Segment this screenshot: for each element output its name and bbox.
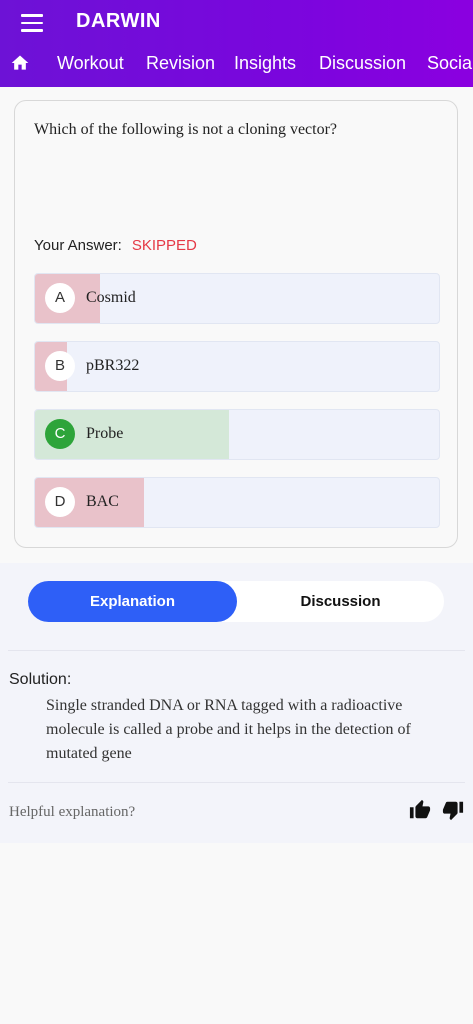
option-c[interactable]: C Probe <box>34 409 440 460</box>
nav-tab-discussion[interactable]: Discussion <box>319 53 406 74</box>
explanation-toggle: Explanation Discussion <box>28 581 444 622</box>
option-b[interactable]: B pBR322 <box>34 341 440 392</box>
divider <box>8 650 465 651</box>
tab-explanation[interactable]: Explanation <box>28 581 237 622</box>
question-text: Which of the following is not a cloning … <box>34 121 338 138</box>
option-d-text: BAC <box>86 493 119 510</box>
option-a[interactable]: A Cosmid <box>34 273 440 324</box>
solution-body: Single stranded DNA or RNA tagged with a… <box>46 697 411 762</box>
explanation-panel: Explanation Discussion Solution: Single … <box>0 563 473 843</box>
option-c-letter: C <box>45 419 75 449</box>
option-a-text: Cosmid <box>86 289 136 306</box>
divider <box>8 782 465 783</box>
thumbs-up-icon[interactable] <box>409 799 431 821</box>
option-a-letter: A <box>45 283 75 313</box>
your-answer-status: SKIPPED <box>131 237 197 254</box>
option-d[interactable]: D BAC <box>34 477 440 528</box>
tab-discussion[interactable]: Discussion <box>237 581 444 622</box>
app-title: DARWIN <box>76 10 161 32</box>
app-bar: DARWIN Workout Revision Insights Discuss… <box>0 0 473 87</box>
nav-tab-insights[interactable]: Insights <box>234 53 296 74</box>
nav-tab-workout[interactable]: Workout <box>57 53 124 74</box>
solution-title: Solution: <box>9 671 72 688</box>
top-nav: Workout Revision Insights Discussion Soc… <box>0 50 473 80</box>
option-b-text: pBR322 <box>86 357 140 374</box>
your-answer: Your Answer: SKIPPED <box>34 237 197 254</box>
thumbs-down-icon[interactable] <box>442 799 464 821</box>
menu-icon[interactable] <box>21 14 43 32</box>
nav-tab-social[interactable]: Social <box>427 53 473 74</box>
question-card: Which of the following is not a cloning … <box>14 100 458 548</box>
home-icon[interactable] <box>10 53 30 73</box>
option-c-text: Probe <box>86 425 124 442</box>
nav-tab-revision[interactable]: Revision <box>146 53 215 74</box>
helpful-prompt: Helpful explanation? <box>9 804 136 820</box>
option-b-letter: B <box>45 351 75 381</box>
option-d-letter: D <box>45 487 75 517</box>
your-answer-label: Your Answer: <box>34 237 122 254</box>
